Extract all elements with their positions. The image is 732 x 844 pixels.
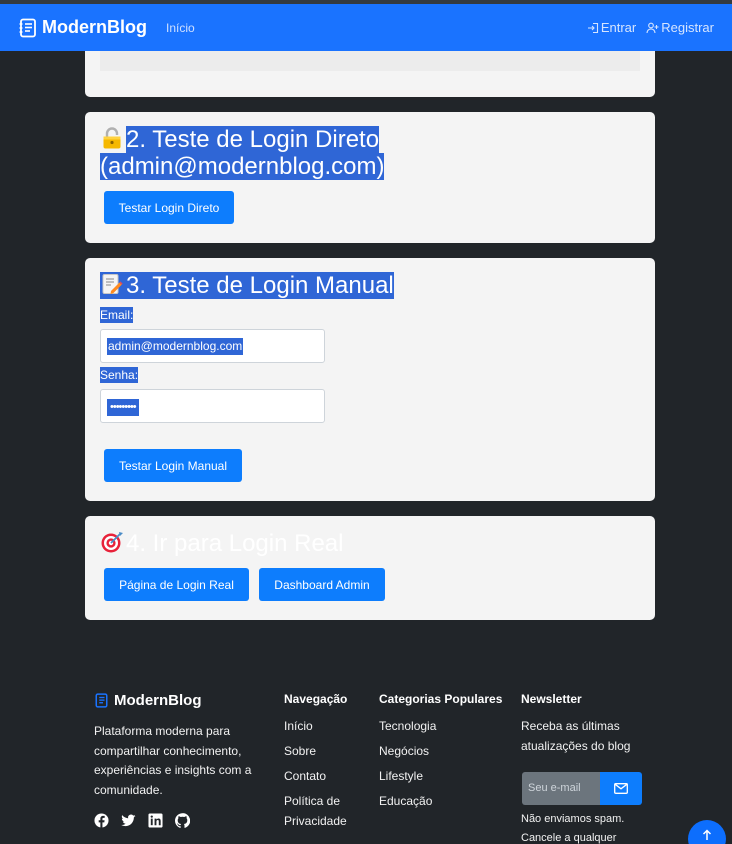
social-links — [94, 813, 190, 828]
footer-categories-title: Categorias Populares — [379, 692, 503, 706]
footer-newsletter-title: Newsletter — [521, 692, 582, 706]
footer-nav-title: Navegação — [284, 692, 348, 706]
envelope-icon — [614, 783, 628, 794]
login-label: Entrar — [600, 20, 637, 35]
direct-login-title-line2: (admin@modernblog.com) — [100, 153, 385, 180]
test-manual-login-button[interactable]: Testar Login Manual — [104, 449, 242, 482]
footer-nav-link[interactable]: Política de Privacidade — [284, 792, 364, 831]
target-icon — [100, 530, 124, 554]
memo-icon — [100, 272, 124, 296]
footer-category-link[interactable]: Tecnologia — [379, 717, 436, 737]
footer-category-link[interactable]: Lifestyle — [379, 767, 436, 787]
footer: ModernBlog Plataforma moderna para compa… — [0, 650, 732, 844]
real-login-card: 4. Ir para Login Real Página de Login Re… — [85, 516, 655, 620]
manual-login-card: 3. Teste de Login Manual Email: admin@mo… — [85, 258, 655, 501]
footer-description: Plataforma moderna para compartilhar con… — [94, 724, 252, 797]
direct-login-title-line1: 2. Teste de Login Direto — [126, 126, 380, 153]
arrow-up-icon — [702, 829, 712, 840]
password-label: Senha: — [100, 367, 139, 383]
register-label: Registrar — [661, 20, 714, 35]
footer-nav-link[interactable]: Início — [284, 717, 364, 737]
footer-categories-list: Tecnologia Negócios Lifestyle Educação — [379, 717, 436, 817]
journal-icon — [94, 693, 109, 708]
footer-category-link[interactable]: Educação — [379, 792, 436, 812]
journal-icon — [18, 18, 38, 38]
navbar: ModernBlog Início Entrar Registrar — [0, 4, 732, 51]
newsletter-text: Receba as últimas atualizações do blog — [521, 719, 631, 753]
linkedin-icon[interactable] — [148, 813, 163, 828]
real-login-title: 4. Ir para Login Real — [100, 530, 343, 557]
twitter-icon[interactable] — [121, 813, 136, 828]
direct-login-title: 2. Teste de Login Direto (admin@modernbl… — [100, 126, 385, 180]
email-value: admin@modernblog.com — [107, 338, 244, 355]
test-direct-login-button[interactable]: Testar Login Direto — [104, 191, 234, 224]
manual-login-title: 3. Teste de Login Manual — [100, 272, 394, 299]
nav-home-link[interactable]: Início — [166, 21, 195, 35]
dashboard-admin-button[interactable]: Dashboard Admin — [259, 568, 385, 601]
real-login-title-text: 4. Ir para Login Real — [126, 530, 344, 557]
password-input[interactable]: ••••••••• — [100, 389, 325, 423]
newsletter-email-input[interactable]: Seu e-mail — [522, 772, 600, 805]
newsletter-subscribe-button[interactable] — [600, 772, 642, 805]
footer-nav-link[interactable]: Sobre — [284, 742, 364, 762]
password-value: ••••••••• — [107, 399, 139, 416]
direct-login-card: 2. Teste de Login Direto (admin@modernbl… — [85, 112, 655, 243]
github-icon[interactable] — [175, 813, 190, 828]
navbar-brand[interactable]: ModernBlog — [18, 17, 147, 38]
login-link[interactable]: Entrar — [587, 20, 636, 35]
footer-category-link[interactable]: Negócios — [379, 742, 436, 762]
login-icon — [587, 22, 598, 33]
previous-test-output — [100, 51, 640, 71]
real-login-page-button[interactable]: Página de Login Real — [104, 568, 249, 601]
email-label: Email: — [100, 307, 134, 323]
brand-name: ModernBlog — [42, 17, 147, 37]
footer-brand: ModernBlog — [94, 692, 202, 709]
previous-test-card — [85, 51, 655, 97]
footer-brand-name: ModernBlog — [114, 692, 202, 709]
email-input[interactable]: admin@modernblog.com — [100, 329, 325, 363]
register-link[interactable]: Registrar — [646, 20, 714, 35]
footer-nav-list: Início Sobre Contato Política de Privaci… — [284, 717, 364, 837]
lock-icon — [100, 126, 124, 150]
person-add-icon — [646, 22, 659, 33]
footer-nav-link[interactable]: Contato — [284, 767, 364, 787]
facebook-icon[interactable] — [94, 813, 109, 828]
manual-login-title-text: 3. Teste de Login Manual — [126, 272, 394, 299]
newsletter-note: Não enviamos spam. Cancele a qualquer — [521, 813, 625, 844]
